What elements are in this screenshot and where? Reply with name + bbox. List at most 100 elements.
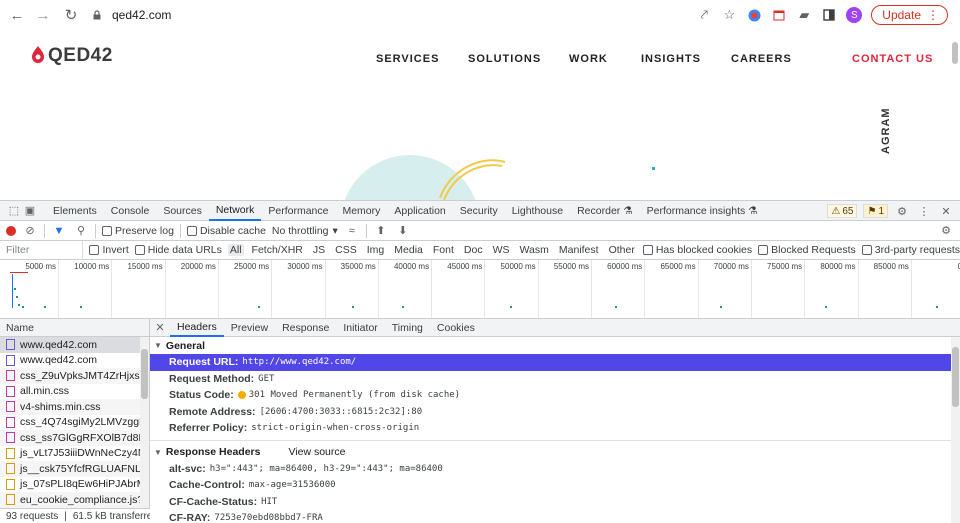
preserve-log-checkbox[interactable]: Preserve log: [102, 225, 174, 237]
header-row[interactable]: CF-RAY: 7253e70ebd08bbd7-FRA: [150, 510, 960, 523]
view-source-link[interactable]: View source: [288, 446, 345, 458]
request-row[interactable]: js_vLt7J53iiiDWnNeCzy4Mg.: [0, 446, 140, 462]
request-row[interactable]: css_4Q74sgiMy2LMVzggErlE: [0, 415, 140, 431]
forward-icon[interactable]: →: [32, 4, 54, 26]
request-row[interactable]: eu_cookie_compliance.js?m: [0, 492, 140, 508]
tab-security[interactable]: Security: [453, 201, 505, 221]
tab-timing[interactable]: Timing: [385, 319, 430, 337]
page-scrollbar[interactable]: [952, 42, 958, 64]
request-row[interactable]: all.min.css: [0, 384, 140, 400]
filter-type-media[interactable]: Media: [392, 244, 425, 256]
name-column-header[interactable]: Name: [0, 319, 149, 337]
star-icon[interactable]: ☆: [721, 7, 737, 23]
nav-contact-us[interactable]: CONTACT US: [852, 53, 933, 65]
inspect-icon[interactable]: ⬚: [6, 203, 22, 219]
header-row[interactable]: alt-svc: h3=":443"; ma=86400, h3-29=":443…: [150, 461, 960, 478]
hide-data-urls-checkbox[interactable]: Hide data URLs: [134, 244, 222, 256]
filter-icon[interactable]: ▼: [51, 223, 67, 239]
sidebar-icon[interactable]: [821, 7, 837, 23]
filter-type-img[interactable]: Img: [365, 244, 387, 256]
request-row[interactable]: www.qed42.com: [0, 337, 140, 353]
tab-elements[interactable]: Elements: [46, 201, 104, 221]
filter-type-font[interactable]: Font: [431, 244, 456, 256]
response-headers-section-header[interactable]: ▼ Response Headers View source: [150, 444, 960, 461]
filter-type-css[interactable]: CSS: [333, 244, 359, 256]
settings-icon[interactable]: ⚙: [894, 203, 910, 219]
header-row[interactable]: Request URL: http://www.qed42.com/: [150, 354, 960, 371]
filter-type-wasm[interactable]: Wasm: [518, 244, 551, 256]
nav-insights[interactable]: INSIGHTS: [641, 53, 701, 65]
tab-console[interactable]: Console: [104, 201, 157, 221]
device-toolbar-icon[interactable]: ▣: [22, 203, 38, 219]
close-icon[interactable]: ✕: [150, 321, 170, 334]
calendar-icon[interactable]: [771, 7, 787, 23]
avatar[interactable]: S: [846, 7, 863, 23]
tab-performance-insights[interactable]: Performance insights ⚗: [640, 201, 765, 221]
header-row[interactable]: Remote Address: [2606:4700:3033::6815:2c3…: [150, 404, 960, 421]
request-row[interactable]: js_07sPLI8qEw6HiPJAbrMQS: [0, 477, 140, 493]
filter-input[interactable]: Filter: [6, 240, 84, 260]
nav-careers[interactable]: CAREERS: [731, 53, 792, 65]
header-row[interactable]: CF-Cache-Status: HIT: [150, 494, 960, 511]
filter-type-other[interactable]: Other: [607, 244, 637, 256]
nav-work[interactable]: WORK: [569, 53, 608, 65]
issues-badge[interactable]: ⚑ 1: [863, 204, 888, 218]
scroll-thumb[interactable]: [952, 347, 959, 407]
filter-type-manifest[interactable]: Manifest: [557, 244, 601, 256]
header-row[interactable]: Status Code: 301 Moved Permanently (from …: [150, 387, 960, 404]
scroll-thumb[interactable]: [141, 349, 148, 399]
network-conditions-icon[interactable]: ≈: [344, 223, 360, 239]
warnings-badge[interactable]: ⚠ 65: [827, 204, 858, 218]
tab-initiator[interactable]: Initiator: [336, 319, 384, 337]
general-section-header[interactable]: ▼ General: [150, 337, 960, 354]
import-har-icon[interactable]: ⬆: [373, 223, 389, 239]
filter-type-fetch-xhr[interactable]: Fetch/XHR: [250, 244, 305, 256]
filter-type-all[interactable]: All: [227, 244, 244, 256]
tab-memory[interactable]: Memory: [335, 201, 387, 221]
disable-cache-checkbox[interactable]: Disable cache: [186, 225, 266, 237]
record-icon[interactable]: [6, 225, 16, 236]
export-har-icon[interactable]: ⬇: [395, 223, 411, 239]
request-row[interactable]: js__csk75YfcfRGLUAFNLTew.: [0, 461, 140, 477]
tab-performance[interactable]: Performance: [261, 201, 335, 221]
tab-network[interactable]: Network: [208, 201, 262, 221]
tab-preview[interactable]: Preview: [224, 319, 275, 337]
tab-recorder[interactable]: Recorder ⚗: [570, 201, 640, 221]
share-icon[interactable]: ⤤: [696, 7, 712, 23]
header-row[interactable]: Request Method: GET: [150, 371, 960, 388]
close-devtools-icon[interactable]: ✕: [938, 203, 954, 219]
detail-scrollbar[interactable]: [951, 337, 960, 523]
clear-icon[interactable]: ⊘: [22, 223, 38, 239]
search-icon[interactable]: ⚲: [73, 223, 89, 239]
request-list-scrollbar[interactable]: [140, 337, 149, 508]
filter-type-doc[interactable]: Doc: [462, 244, 485, 256]
header-row[interactable]: Referrer Policy: strict-origin-when-cross…: [150, 420, 960, 437]
request-row[interactable]: css_ss7GlGgRFXOlB7d8B6U.: [0, 430, 140, 446]
filter-type-js[interactable]: JS: [311, 244, 327, 256]
tab-application[interactable]: Application: [387, 201, 452, 221]
site-logo[interactable]: QED42: [30, 44, 113, 68]
address-bar[interactable]: qed42.com: [92, 4, 692, 26]
tab-cookies[interactable]: Cookies: [430, 319, 482, 337]
tab-response[interactable]: Response: [275, 319, 336, 337]
puzzle-icon[interactable]: ▰: [796, 7, 812, 23]
request-row[interactable]: www.qed42.com: [0, 353, 140, 369]
network-settings-icon[interactable]: ⚙: [938, 223, 954, 239]
back-icon[interactable]: ←: [6, 4, 28, 26]
nav-solutions[interactable]: SOLUTIONS: [468, 53, 541, 65]
filter-type-ws[interactable]: WS: [491, 244, 512, 256]
throttling-select[interactable]: No throttling ▾: [272, 225, 338, 237]
network-timeline[interactable]: 5000 ms 10000 ms 15000 ms 20000 ms 25000 ms 3…: [0, 260, 960, 319]
blocked-cookies-checkbox[interactable]: Has blocked cookies: [642, 244, 752, 256]
invert-checkbox[interactable]: Invert: [89, 244, 129, 256]
update-button[interactable]: Update ⋮: [871, 5, 948, 25]
extension-icon[interactable]: [746, 7, 762, 23]
tab-sources[interactable]: Sources: [156, 201, 209, 221]
header-row[interactable]: Cache-Control: max-age=31536000: [150, 477, 960, 494]
tab-lighthouse[interactable]: Lighthouse: [505, 201, 570, 221]
request-row[interactable]: css_Z9uVpksJMT4ZrHjxsKxr.: [0, 368, 140, 384]
more-icon[interactable]: ⋮: [916, 203, 932, 219]
third-party-checkbox[interactable]: 3rd-party requests: [861, 244, 960, 256]
request-row[interactable]: v4-shims.min.css: [0, 399, 140, 415]
nav-services[interactable]: SERVICES: [376, 53, 439, 65]
